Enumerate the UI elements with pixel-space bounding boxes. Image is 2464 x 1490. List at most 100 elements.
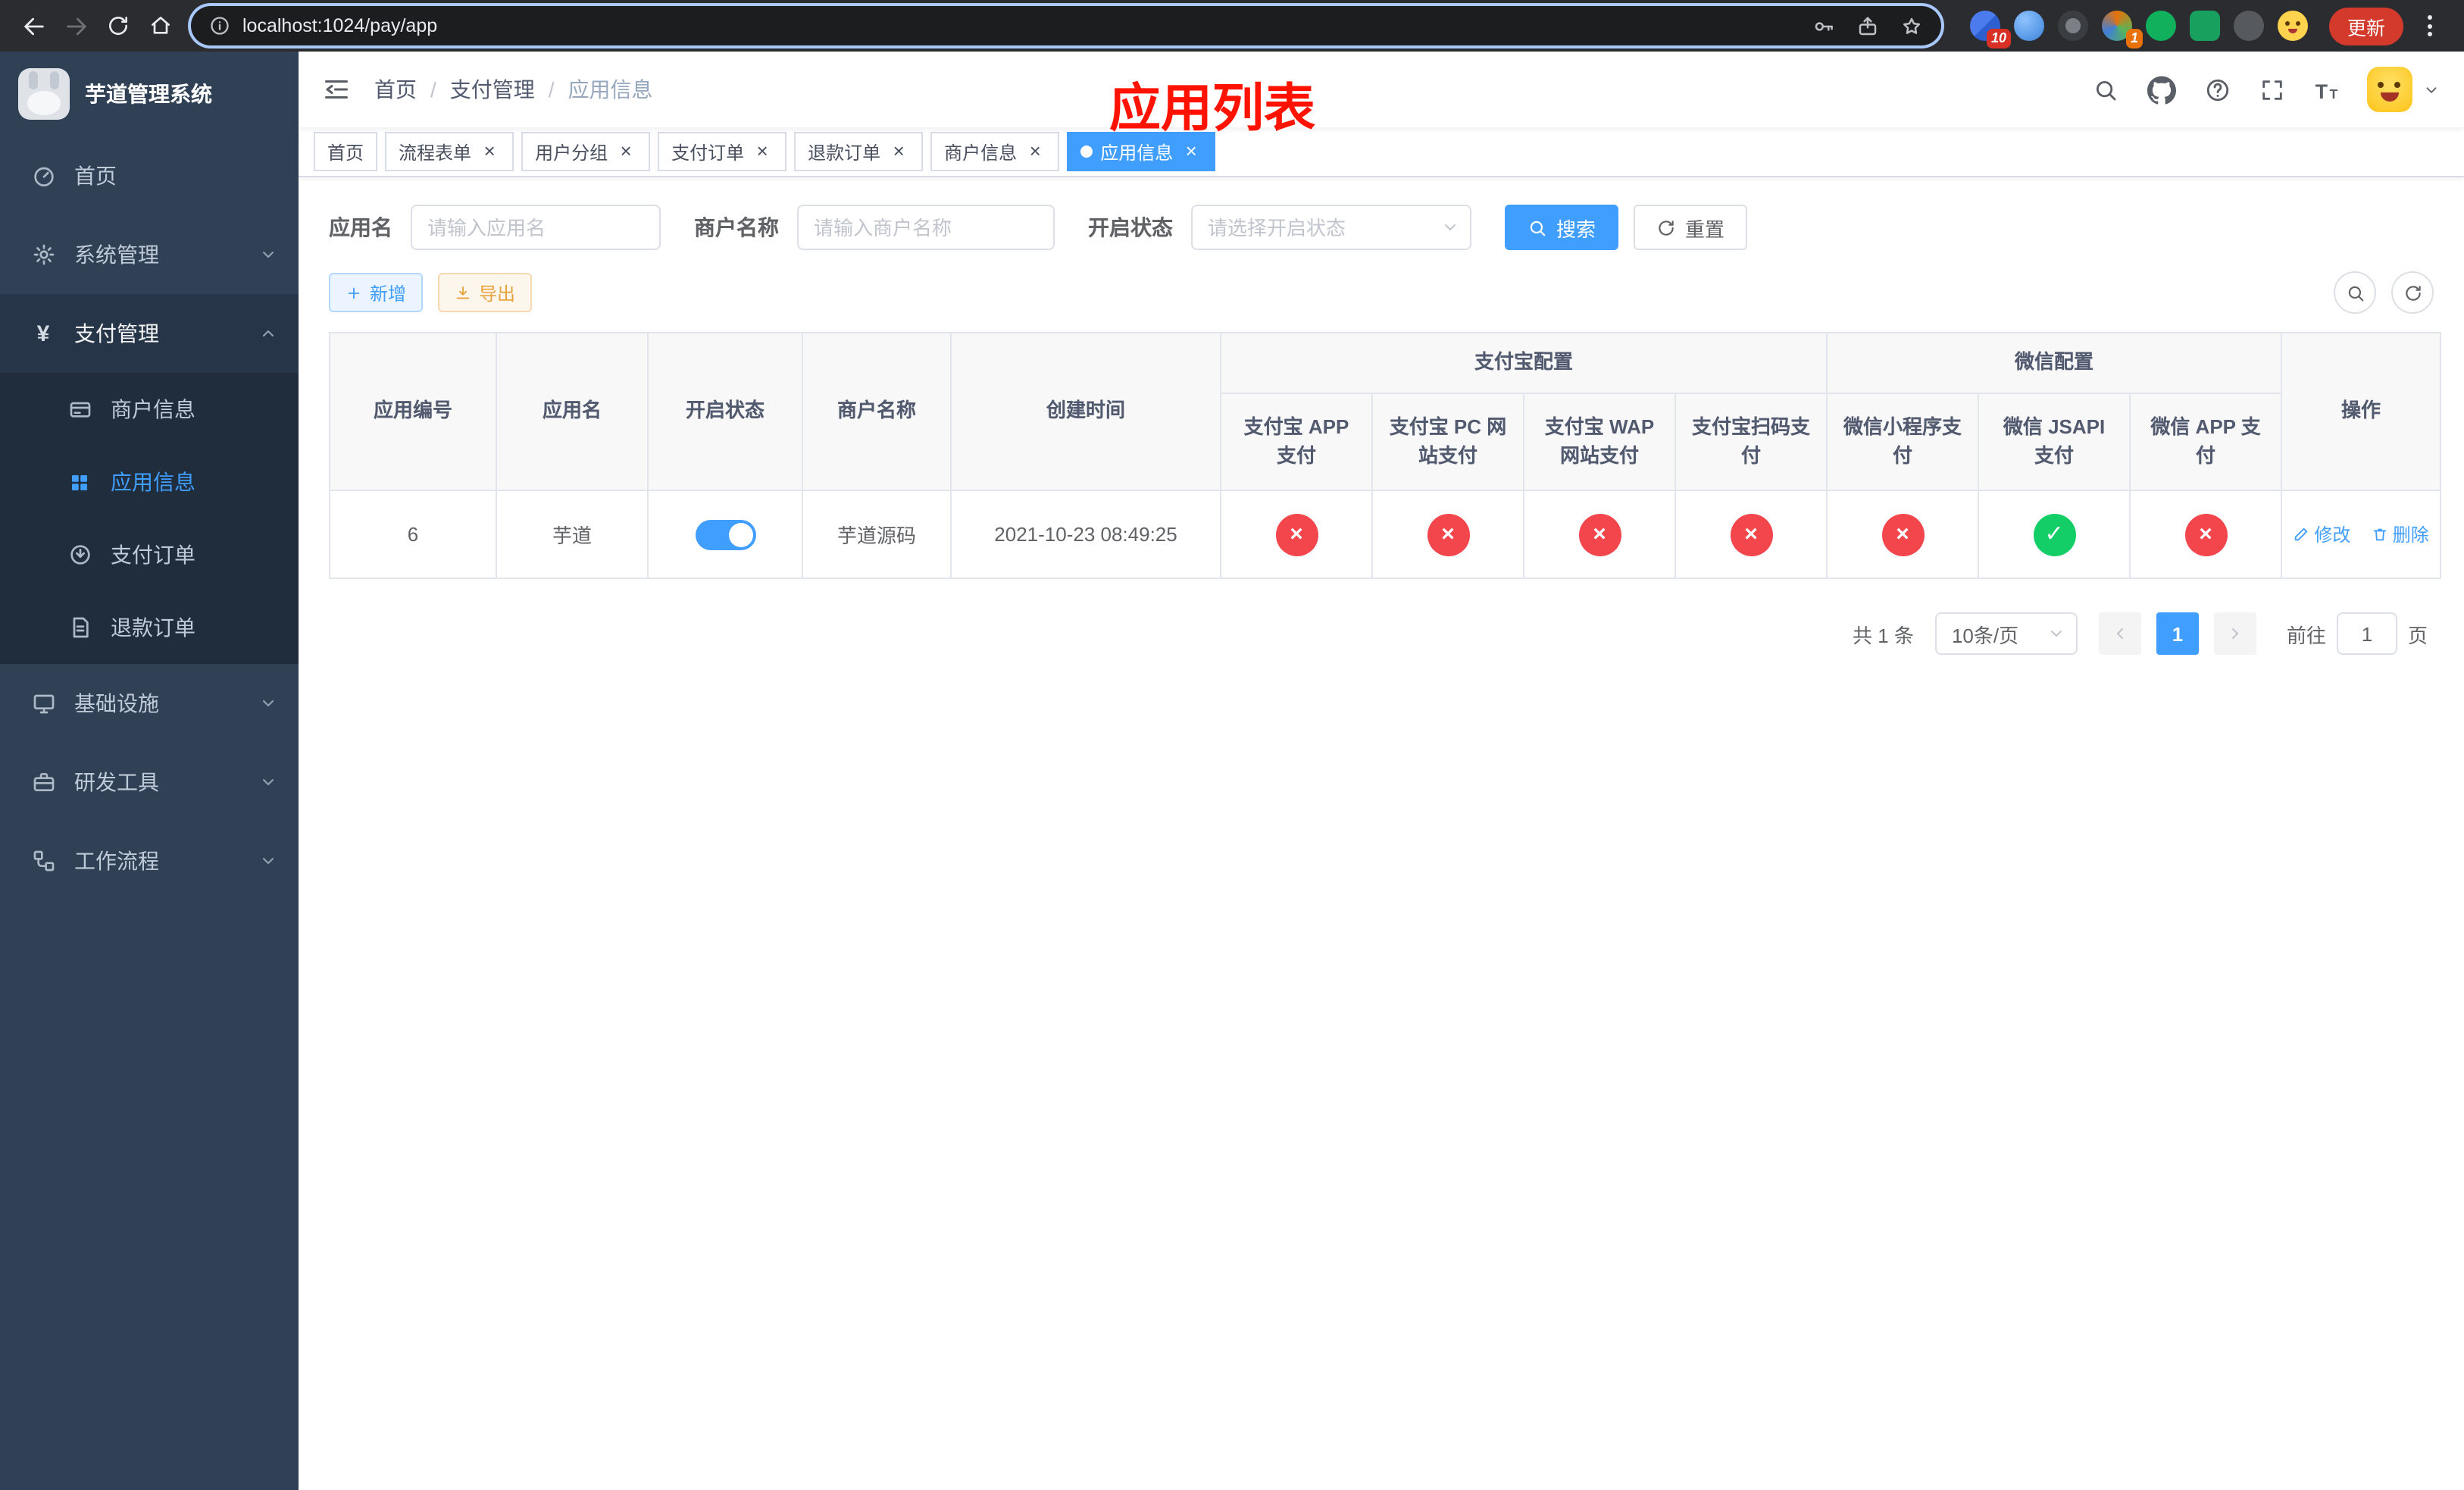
fullscreen-icon[interactable] (2259, 77, 2285, 102)
search-button[interactable]: 搜索 (1505, 205, 1619, 250)
tab-close-icon[interactable]: × (752, 141, 773, 162)
collapse-sidebar-icon[interactable] (323, 76, 350, 103)
app-logo (18, 68, 70, 120)
export-button-label: 导出 (479, 283, 516, 304)
cell-app-id: 6 (329, 490, 497, 579)
reset-button[interactable]: 重置 (1634, 205, 1748, 250)
merchant-name-label: 商户名称 (694, 215, 779, 239)
extension-icon[interactable] (2057, 11, 2088, 41)
home-icon[interactable] (139, 5, 182, 47)
font-size-icon[interactable]: TT (2314, 75, 2343, 104)
reload-icon[interactable] (97, 5, 139, 47)
next-page-button[interactable] (2213, 612, 2256, 655)
tab-close-icon[interactable]: × (1180, 141, 1202, 162)
toggle-search-button[interactable] (2334, 271, 2376, 314)
merchant-name-input[interactable] (797, 205, 1055, 250)
tab-label: 应用信息 (1100, 142, 1174, 163)
page-number-active[interactable]: 1 (2156, 612, 2199, 655)
pagination: 共 1 条 1 前往 (329, 612, 2434, 655)
breadcrumb-item[interactable]: 首页 (374, 74, 417, 105)
sidebar-item-home[interactable]: 首页 (0, 136, 299, 215)
tab-label: 退款订单 (808, 142, 881, 163)
extension-icon[interactable]: 10 (1969, 11, 2011, 49)
delete-link-label: 删除 (2392, 524, 2429, 546)
address-bar[interactable]: localhost:1024/pay/app (191, 6, 1941, 45)
cell-alipay-qr: × (1674, 490, 1828, 579)
extension-icon[interactable] (2233, 11, 2264, 41)
goto-page-unit: 页 (2407, 624, 2428, 646)
user-avatar[interactable] (2367, 67, 2412, 112)
cell-alipay-app: × (1220, 490, 1373, 579)
browser-menu-icon[interactable] (2412, 6, 2446, 45)
bookmark-star-icon[interactable] (1900, 14, 1923, 37)
sidebar-item-label: 研发工具 (74, 770, 159, 794)
delete-link[interactable]: 删除 (2372, 521, 2429, 547)
github-icon[interactable] (2147, 75, 2176, 104)
enabled-toggle[interactable] (695, 519, 755, 549)
cell-created: 2021-10-23 08:49:25 (950, 490, 1221, 579)
extension-icon[interactable] (2189, 11, 2220, 41)
share-icon[interactable] (1856, 14, 1879, 37)
sidebar-item-label: 系统管理 (74, 243, 159, 267)
tab-refund-order[interactable]: 退款订单 × (794, 132, 924, 171)
tab-process-form[interactable]: 流程表单 × (385, 132, 514, 171)
channel-status-badge: × (1578, 513, 1621, 556)
site-info-icon[interactable] (209, 15, 230, 36)
svg-text:T: T (2315, 80, 2328, 102)
help-icon[interactable] (2205, 77, 2231, 102)
breadcrumb-item-current: 应用信息 (568, 77, 653, 102)
sidebar-item-payment[interactable]: ¥ 支付管理 (0, 294, 299, 373)
tab-pay-order[interactable]: 支付订单 × (658, 132, 787, 171)
prev-page-button[interactable] (2098, 612, 2141, 655)
breadcrumb-item[interactable]: 支付管理 (450, 74, 535, 105)
sidebar-item-pay-order[interactable]: 支付订单 (0, 518, 299, 591)
browser-update-button[interactable]: 更新 (2328, 7, 2403, 45)
extension-icon[interactable]: 1 (2101, 11, 2143, 49)
app-logo-row[interactable]: 芋道管理系统 (0, 52, 299, 136)
sidebar-item-app-info[interactable]: 应用信息 (0, 446, 299, 518)
sidebar-item-dev-tools[interactable]: 研发工具 (0, 743, 299, 822)
cell-merchant: 芋道源码 (802, 490, 952, 579)
col-header-alipay-qr: 支付宝扫码支付 (1674, 393, 1828, 491)
tab-app-info-active[interactable]: 应用信息 × (1067, 132, 1216, 171)
app-name-input[interactable] (411, 205, 661, 250)
tab-merchant-info[interactable]: 商户信息 × (930, 132, 1060, 171)
export-button[interactable]: 导出 (438, 273, 533, 312)
edit-link[interactable]: 修改 (2293, 521, 2350, 547)
cell-status (647, 490, 803, 579)
refresh-table-button[interactable] (2391, 271, 2434, 314)
sidebar-item-system[interactable]: 系统管理 (0, 215, 299, 294)
add-button[interactable]: 新增 (329, 273, 424, 312)
sidebar-item-merchant-info[interactable]: 商户信息 (0, 373, 299, 446)
tab-close-icon[interactable]: × (479, 141, 500, 162)
col-header-status: 开启状态 (647, 332, 803, 491)
tab-close-icon[interactable]: × (888, 141, 909, 162)
breadcrumb: 首页 / 支付管理 / 应用信息 (374, 74, 653, 105)
tab-close-icon[interactable]: × (1024, 141, 1046, 162)
sidebar: 芋道管理系统 首页 系统管理 ¥ 支付管理 商户信息 应用信息 支付订单 退款订… (0, 52, 299, 1490)
tab-user-group[interactable]: 用户分组 × (521, 132, 651, 171)
goto-page-input[interactable] (2336, 612, 2397, 655)
tab-home[interactable]: 首页 (314, 132, 378, 171)
browser-profile-avatar[interactable] (2277, 11, 2308, 41)
sidebar-item-label: 商户信息 (111, 397, 195, 421)
sidebar-item-label: 基础设施 (74, 691, 159, 715)
sidebar-item-infrastructure[interactable]: 基础设施 (0, 664, 299, 743)
sidebar-item-workflow[interactable]: 工作流程 (0, 822, 299, 900)
tab-close-icon[interactable]: × (615, 141, 636, 162)
sidebar-item-refund-order[interactable]: 退款订单 (0, 591, 299, 664)
forward-icon[interactable] (55, 5, 97, 47)
password-key-icon[interactable] (1812, 14, 1835, 37)
extension-icon[interactable] (2013, 11, 2044, 41)
back-icon[interactable] (12, 5, 55, 47)
status-select[interactable] (1191, 205, 1471, 250)
page-size-select[interactable] (1934, 612, 2078, 655)
extension-badge: 1 (2125, 29, 2143, 49)
search-icon[interactable] (2093, 77, 2118, 102)
col-group-alipay-config: 支付宝配置 (1219, 332, 1828, 394)
page-size-value[interactable] (1934, 612, 2078, 655)
extension-icon[interactable] (2145, 11, 2176, 41)
user-menu-caret-icon[interactable] (2423, 81, 2440, 98)
toolbox-icon (30, 769, 56, 795)
table-toolbar: 新增 导出 (329, 271, 2434, 314)
